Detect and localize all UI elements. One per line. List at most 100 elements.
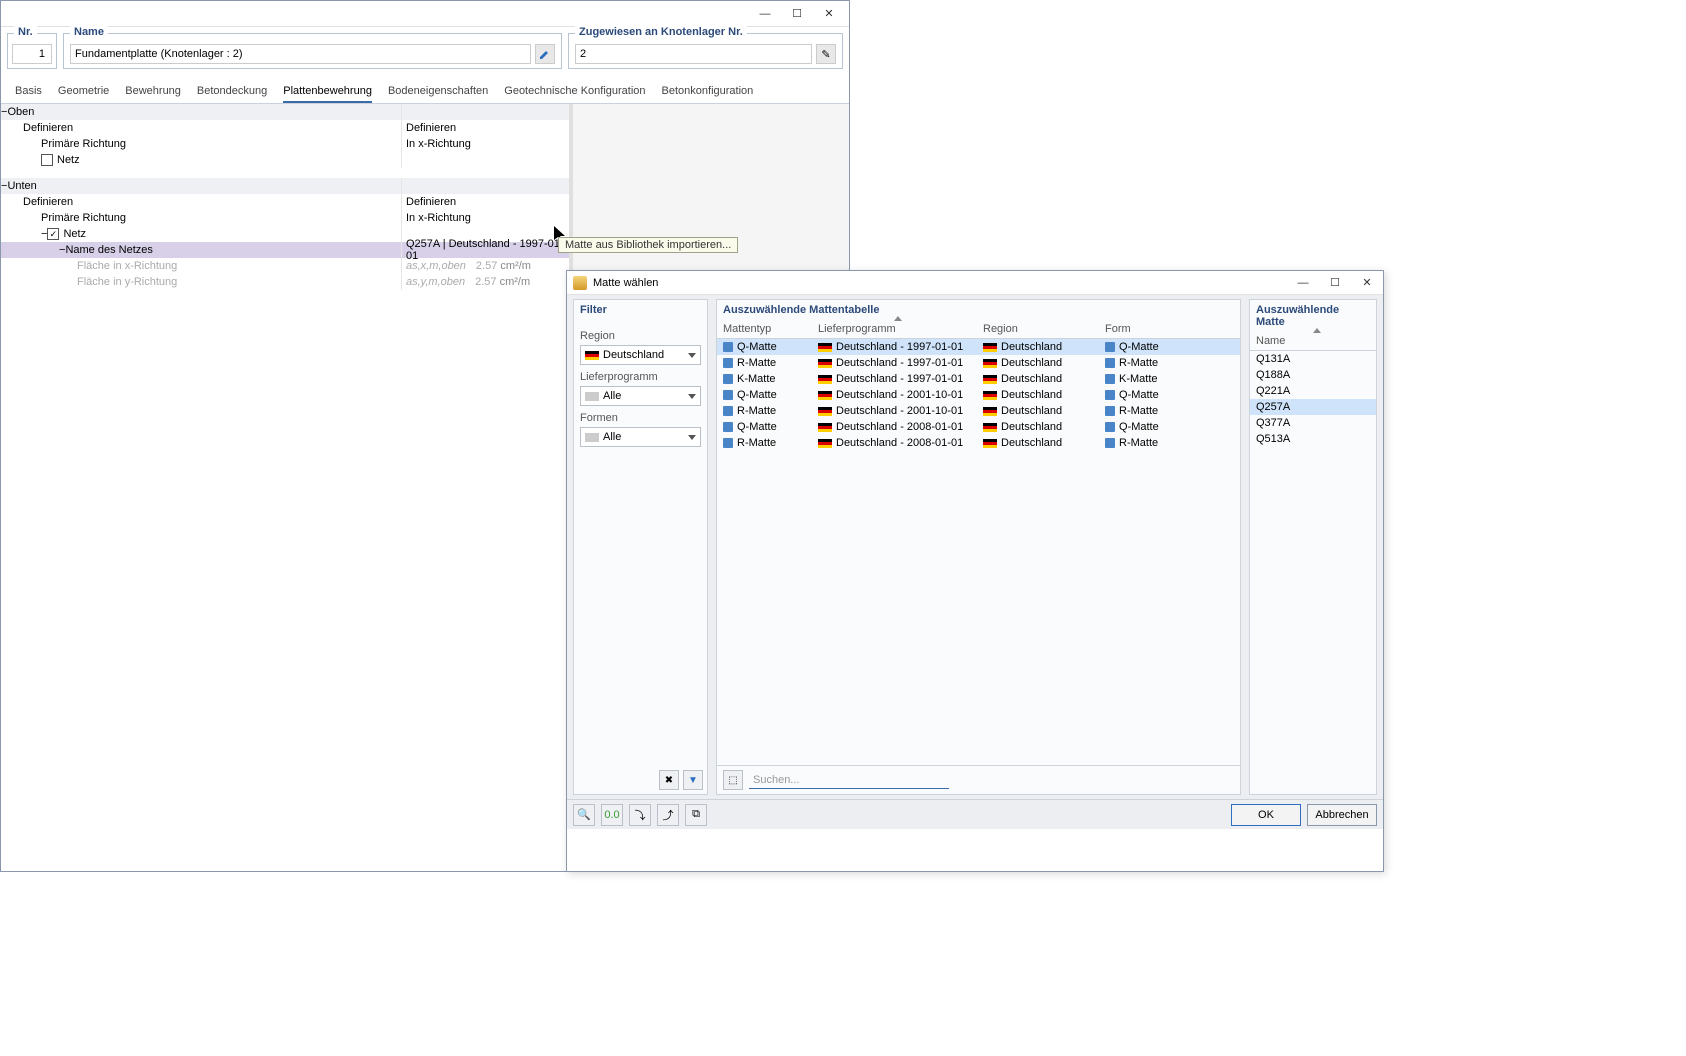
table-header: Auszuwählende Mattentabelle xyxy=(717,300,1240,320)
value: In x-Richtung xyxy=(406,138,471,150)
group-assigned: Zugewiesen an Knotenlager Nr. 2 ✎ xyxy=(568,33,843,69)
filter-header: Filter xyxy=(574,300,707,320)
unit-button[interactable]: 0.0 xyxy=(601,804,623,826)
col-mattentyp[interactable]: Mattentyp xyxy=(717,320,812,338)
cancel-button[interactable]: Abbrechen xyxy=(1307,804,1377,826)
flag-de-icon xyxy=(983,359,997,368)
netz-checkbox[interactable] xyxy=(47,228,59,240)
tab-betondeckung[interactable]: Betondeckung xyxy=(197,81,267,103)
find-button[interactable]: 🔍 xyxy=(573,804,595,826)
row-flx: Fläche in x-Richtung as,x,m,oben2.57 cm²… xyxy=(1,258,569,274)
table-row[interactable]: K-MatteDeutschland - 1997-01-01Deutschla… xyxy=(717,371,1240,387)
clear-filter-button[interactable]: ✖ xyxy=(659,770,679,790)
list-item[interactable]: Q377A xyxy=(1250,415,1376,431)
row-name-des-netzes[interactable]: −Name des Netzes Q257A | Deutschland - 1… xyxy=(1,242,569,258)
section-oben[interactable]: −Oben xyxy=(1,104,569,120)
list-item[interactable]: Q131A xyxy=(1250,351,1376,367)
import-button[interactable]: ⤵ xyxy=(629,804,651,826)
value: Definieren xyxy=(406,196,456,208)
row-unten-definieren[interactable]: Definieren Definieren xyxy=(1,194,569,210)
minimize-button[interactable]: — xyxy=(1287,273,1319,293)
search-tool-button[interactable]: ⬚ xyxy=(723,770,743,790)
maximize-button[interactable]: ☐ xyxy=(781,4,813,24)
dialog-icon xyxy=(573,276,587,290)
mat-icon xyxy=(1105,438,1115,448)
col-name[interactable]: Name xyxy=(1250,332,1376,350)
value: In x-Richtung xyxy=(406,212,471,224)
pick-node-icon[interactable]: ✎ xyxy=(816,44,836,64)
maximize-button[interactable]: ☐ xyxy=(1319,273,1351,293)
export-button[interactable]: ⤴ xyxy=(657,804,679,826)
ok-button[interactable]: OK xyxy=(1231,804,1301,826)
tab-plattenbewehrung[interactable]: Plattenbewehrung xyxy=(283,81,372,103)
flag-de-icon xyxy=(983,439,997,448)
list-item[interactable]: Q221A xyxy=(1250,383,1376,399)
section-unten-label: Unten xyxy=(7,180,36,192)
label: Definieren xyxy=(23,122,73,134)
flag-de-icon xyxy=(983,343,997,352)
section-oben-label: Oben xyxy=(7,106,34,118)
list-item[interactable]: Q257A xyxy=(1250,399,1376,415)
flag-de-icon xyxy=(818,359,832,368)
dialog-title: Matte wählen xyxy=(593,277,658,289)
table-row[interactable]: Q-MatteDeutschland - 2001-10-01Deutschla… xyxy=(717,387,1240,403)
col-lieferprogramm[interactable]: Lieferprogramm xyxy=(812,320,977,338)
flag-de-icon xyxy=(818,375,832,384)
table-row[interactable]: R-MatteDeutschland - 1997-01-01Deutschla… xyxy=(717,355,1240,371)
mat-icon xyxy=(723,342,733,352)
flag-de-icon xyxy=(983,391,997,400)
search-input[interactable]: Suchen... xyxy=(749,772,949,789)
tab-betonkonfiguration[interactable]: Betonkonfiguration xyxy=(662,81,754,103)
header-row: Nr. 1 Name Fundamentplatte (Knotenlager … xyxy=(1,27,849,75)
row-oben-definieren[interactable]: Definieren Definieren xyxy=(1,120,569,136)
table-row[interactable]: R-MatteDeutschland - 2008-01-01Deutschla… xyxy=(717,435,1240,451)
assigned-input[interactable]: 2 xyxy=(575,44,812,64)
var: as,y,m,oben xyxy=(406,276,465,288)
netz-checkbox[interactable] xyxy=(41,154,53,166)
minimize-button[interactable]: — xyxy=(749,4,781,24)
label: Fläche in y-Richtung xyxy=(77,276,177,288)
mat-icon xyxy=(723,374,733,384)
row-oben-netz[interactable]: Netz xyxy=(1,152,569,168)
prog-combo[interactable]: Alle xyxy=(580,386,701,406)
nr-label: Nr. xyxy=(14,26,37,38)
edit-name-icon[interactable] xyxy=(535,44,555,64)
close-button[interactable]: ✕ xyxy=(813,4,845,24)
mat-icon xyxy=(1105,390,1115,400)
section-unten[interactable]: −Unten xyxy=(1,178,569,194)
copy-button[interactable]: ⧉ xyxy=(685,804,707,826)
tab-bodeneigenschaften[interactable]: Bodeneigenschaften xyxy=(388,81,488,103)
tooltip: Matte aus Bibliothek importieren... xyxy=(558,237,738,253)
tab-bewehrung[interactable]: Bewehrung xyxy=(125,81,181,103)
row-oben-prim[interactable]: Primäre Richtung In x-Richtung xyxy=(1,136,569,152)
flag-de-icon xyxy=(983,423,997,432)
tab-strip: Basis Geometrie Bewehrung Betondeckung Platt… xyxy=(1,75,849,104)
table-row[interactable]: Q-MatteDeutschland - 1997-01-01Deutschla… xyxy=(717,339,1240,355)
table-row[interactable]: R-MatteDeutschland - 2001-10-01Deutschla… xyxy=(717,403,1240,419)
tab-basis[interactable]: Basis xyxy=(15,81,42,103)
mat-icon xyxy=(723,358,733,368)
region-value: Deutschland xyxy=(603,349,664,361)
panel-selection: Auszuwählende Matte Name Q131AQ188AQ221A… xyxy=(1249,299,1377,795)
value: 2.57 xyxy=(475,276,496,288)
nr-input[interactable]: 1 xyxy=(12,44,52,64)
list-item[interactable]: Q513A xyxy=(1250,431,1376,447)
prog-label: Lieferprogramm xyxy=(580,371,701,383)
col-region[interactable]: Region xyxy=(977,320,1099,338)
col-form[interactable]: Form xyxy=(1099,320,1240,338)
list-item[interactable]: Q188A xyxy=(1250,367,1376,383)
close-button[interactable]: ✕ xyxy=(1351,273,1383,293)
row-unten-prim[interactable]: Primäre Richtung In x-Richtung xyxy=(1,210,569,226)
label: Fläche in x-Richtung xyxy=(77,260,177,272)
table-row[interactable]: Q-MatteDeutschland - 2008-01-01Deutschla… xyxy=(717,419,1240,435)
tab-geometrie[interactable]: Geometrie xyxy=(58,81,109,103)
filter-button[interactable]: ▼ xyxy=(683,770,703,790)
region-combo[interactable]: Deutschland xyxy=(580,345,701,365)
row-fly: Fläche in y-Richtung as,y,m,oben2.57 cm²… xyxy=(1,274,569,290)
name-input[interactable]: Fundamentplatte (Knotenlager : 2) xyxy=(70,44,531,64)
form-combo[interactable]: Alle xyxy=(580,427,701,447)
form-label: Formen xyxy=(580,412,701,424)
tab-geotechnische-konfiguration[interactable]: Geotechnische Konfiguration xyxy=(504,81,645,103)
flag-de-icon xyxy=(983,375,997,384)
panel-filter: Filter Region Deutschland Lieferprogramm… xyxy=(573,299,708,795)
